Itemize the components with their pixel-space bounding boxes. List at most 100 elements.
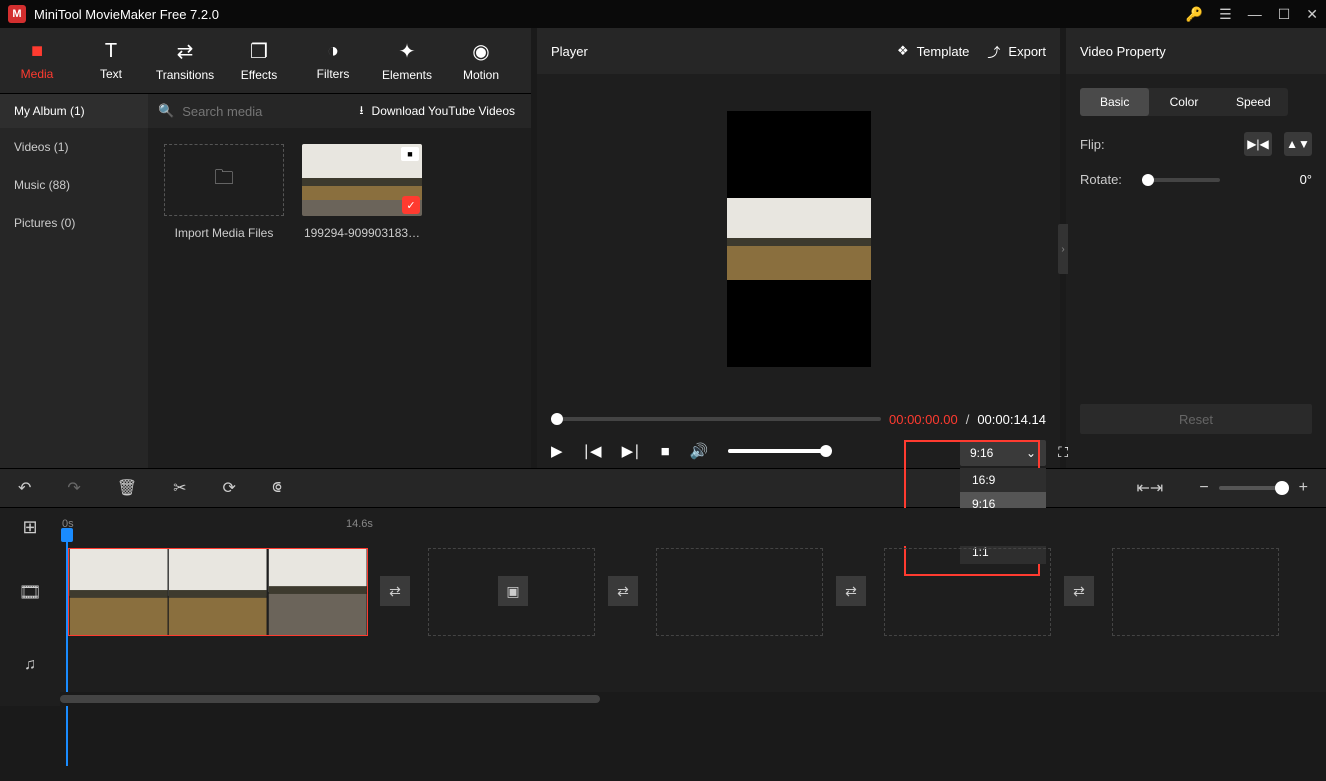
audio-track[interactable] — [60, 638, 1326, 692]
volume-slider[interactable] — [728, 449, 828, 453]
audio-track-icon: ♫ — [24, 656, 36, 674]
rotate-label: Rotate: — [1080, 172, 1130, 187]
selected-check-icon: ✓ — [402, 196, 420, 214]
seek-slider[interactable] — [551, 417, 881, 421]
timeline-ruler[interactable]: 0s 14.6s — [60, 508, 1326, 546]
volume-knob[interactable] — [820, 445, 832, 457]
template-icon: ❖ — [897, 43, 909, 59]
download-icon: ⭳ — [359, 101, 363, 122]
download-youtube-button[interactable]: ⭳ Download YouTube Videos — [359, 101, 531, 122]
timeline: ↶ ↷ 🗑 ✂ ⟳ ⟃ ⇤⇥ − + ⊞ 0s 14.6s 🎞 — [0, 468, 1326, 706]
clip-name: 199294-909903183… — [302, 226, 422, 240]
album-videos[interactable]: Videos (1) — [0, 128, 148, 166]
export-button[interactable]: ⤴ Export — [987, 42, 1046, 61]
duration: 00:00:14.14 — [977, 412, 1046, 427]
playhead-head-icon[interactable] — [61, 528, 73, 542]
tab-text[interactable]: T Text — [74, 28, 148, 93]
tab-media[interactable]: ■ Media — [0, 28, 74, 93]
maximize-button[interactable]: ☐ — [1278, 6, 1291, 23]
fit-button[interactable]: ⇤⇥ — [1137, 478, 1164, 498]
zoom-knob[interactable] — [1275, 481, 1289, 495]
chevron-down-icon: ⌄ — [1026, 446, 1036, 460]
properties-panel: Video Property › Basic Color Speed Flip:… — [1066, 28, 1326, 468]
album-music[interactable]: Music (88) — [0, 166, 148, 204]
upgrade-key-icon[interactable]: 🔑 — [1186, 6, 1203, 23]
empty-slot-3[interactable] — [884, 548, 1051, 636]
crop-button[interactable]: ⟃ — [272, 479, 282, 497]
next-frame-button[interactable]: ▶∣ — [622, 442, 641, 460]
elements-icon: ✦ — [399, 39, 416, 64]
transitions-icon: ⇄ — [177, 39, 194, 64]
split-button[interactable]: ✂ — [173, 478, 186, 498]
tab-motion[interactable]: ◉ Motion — [444, 28, 518, 93]
rotate-slider[interactable] — [1142, 178, 1220, 182]
import-media-button[interactable]: 🗀 — [164, 144, 284, 216]
effects-icon: ❐ — [250, 39, 268, 64]
add-track-button[interactable]: ⊞ — [22, 517, 37, 538]
scrollbar-thumb[interactable] — [60, 695, 600, 703]
transition-slot-4[interactable]: ⇄ — [1064, 576, 1094, 606]
timeline-clip[interactable] — [68, 548, 368, 636]
ratio-16-9[interactable]: 16:9 — [960, 468, 1046, 492]
flip-label: Flip: — [1080, 137, 1130, 152]
player-title: Player — [551, 44, 879, 59]
main-tabs: ■ Media T Text ⇄ Transitions ❐ Effects ◑… — [0, 28, 531, 94]
template-button[interactable]: ❖ Template — [897, 43, 969, 59]
transition-slot-2[interactable]: ⇄ — [608, 576, 638, 606]
prev-frame-button[interactable]: ∣◀ — [583, 442, 602, 460]
tab-elements[interactable]: ✦ Elements — [370, 28, 444, 93]
folder-open-icon: 🗀 — [214, 163, 234, 197]
album-list: Videos (1) Music (88) Pictures (0) — [0, 128, 148, 468]
media-clip-thumb[interactable]: ■ ✓ — [302, 144, 422, 216]
tab-filters[interactable]: ◑ Filters — [296, 28, 370, 93]
transition-slot-3[interactable]: ⇄ — [836, 576, 866, 606]
zoom-in-button[interactable]: + — [1299, 479, 1308, 497]
aspect-ratio-select[interactable]: 9:16 ⌄ — [960, 440, 1046, 466]
titlebar: M MiniTool MovieMaker Free 7.2.0 🔑 ☰ — ☐… — [0, 0, 1326, 28]
video-track[interactable]: ⇄ ▣ ⇄ ⇄ ⇄ — [60, 546, 1326, 638]
video-track-icon: 🎞 — [19, 582, 42, 603]
speed-button[interactable]: ⟳ — [223, 478, 236, 498]
text-icon: T — [105, 40, 117, 63]
app-title: MiniTool MovieMaker Free 7.2.0 — [34, 7, 1186, 22]
media-panel: ■ Media T Text ⇄ Transitions ❐ Effects ◑… — [0, 28, 531, 468]
zoom-slider[interactable] — [1219, 486, 1289, 490]
search-input[interactable] — [182, 104, 358, 119]
flip-vertical-button[interactable]: ▲▼ — [1284, 132, 1312, 156]
transition-slot-1[interactable]: ⇄ — [380, 576, 410, 606]
filters-icon: ◑ — [327, 40, 339, 63]
rotate-knob[interactable] — [1142, 174, 1154, 186]
stop-button[interactable]: ■ — [661, 443, 670, 460]
volume-icon[interactable]: 🔊 — [690, 442, 709, 460]
panel-collapse-button[interactable]: › — [1058, 224, 1068, 274]
close-button[interactable]: ✕ — [1306, 6, 1318, 23]
empty-slot-4[interactable] — [1112, 548, 1279, 636]
album-header[interactable]: My Album (1) — [0, 94, 148, 128]
preview-canvas[interactable] — [727, 111, 871, 367]
player-panel: Player ❖ Template ⤴ Export — [537, 28, 1060, 468]
undo-button[interactable]: ↶ — [18, 478, 31, 498]
search-icon: 🔍 — [158, 103, 174, 119]
timeline-scrollbar[interactable] — [60, 692, 1326, 706]
import-label: Import Media Files — [164, 226, 284, 240]
zoom-out-button[interactable]: − — [1199, 479, 1208, 497]
empty-slot-2[interactable] — [656, 548, 823, 636]
album-pictures[interactable]: Pictures (0) — [0, 204, 148, 242]
app-icon: M — [8, 5, 26, 23]
play-button[interactable]: ▶ — [551, 442, 563, 460]
tab-transitions[interactable]: ⇄ Transitions — [148, 28, 222, 93]
minimize-button[interactable]: — — [1248, 6, 1262, 22]
tab-effects[interactable]: ❐ Effects — [222, 28, 296, 93]
delete-button[interactable]: 🗑 — [117, 478, 137, 498]
menu-icon[interactable]: ☰ — [1219, 6, 1232, 23]
media-slot-icon[interactable]: ▣ — [498, 576, 528, 606]
reset-button[interactable]: Reset — [1080, 404, 1312, 434]
prop-tab-color[interactable]: Color — [1149, 88, 1218, 116]
seek-knob[interactable] — [551, 413, 563, 425]
redo-button[interactable]: ↷ — [67, 478, 80, 498]
prop-tab-basic[interactable]: Basic — [1080, 88, 1149, 116]
export-icon: ⤴ — [987, 42, 1000, 61]
prop-tab-speed[interactable]: Speed — [1219, 88, 1288, 116]
rotate-value: 0° — [1300, 172, 1312, 187]
flip-horizontal-button[interactable]: ▶|◀ — [1244, 132, 1272, 156]
